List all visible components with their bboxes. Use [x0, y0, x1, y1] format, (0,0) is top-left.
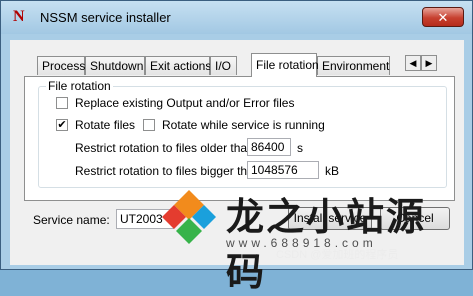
- tab-scroll-left-icon[interactable]: ◀: [405, 55, 421, 71]
- tab-exit-actions[interactable]: Exit actions: [145, 56, 211, 75]
- window-title: NSSM service installer: [40, 10, 171, 25]
- tab-file-rotation[interactable]: File rotation: [251, 53, 319, 77]
- tab-shutdown[interactable]: Shutdown: [85, 56, 145, 75]
- watermark-credit: CSDN @爱加班的程序员: [276, 249, 399, 261]
- bigger-than-input[interactable]: 1048576: [247, 161, 319, 179]
- file-rotation-groupbox: File rotation Replace existing Output an…: [38, 79, 447, 188]
- rotate-while-running-label: Rotate while service is running: [162, 118, 325, 132]
- tab-io[interactable]: I/O: [210, 56, 237, 75]
- title-bar[interactable]: N NSSM service installer ✕: [1, 1, 472, 34]
- tab-process[interactable]: Process: [37, 56, 85, 75]
- older-than-unit: s: [297, 141, 303, 155]
- nssm-app-icon: N: [13, 8, 25, 25]
- rotate-while-running-checkbox[interactable]: [143, 119, 155, 131]
- rotate-files-checkbox[interactable]: ✔: [56, 119, 68, 131]
- older-than-label: Restrict rotation to files older than: [75, 141, 254, 155]
- rotate-files-label: Rotate files: [75, 118, 136, 132]
- replace-existing-label: Replace existing Output and/or Error fil…: [75, 96, 295, 110]
- tab-strip: Process Shutdown Exit actions I/O File r…: [10, 40, 464, 78]
- file-rotation-panel: File rotation Replace existing Output an…: [24, 76, 455, 201]
- watermark-logo-icon: [162, 190, 216, 244]
- tab-scroll-right-icon[interactable]: ▶: [421, 55, 437, 71]
- older-than-input[interactable]: 86400: [247, 138, 291, 156]
- group-title: File rotation: [46, 79, 113, 93]
- close-button[interactable]: ✕: [422, 7, 464, 27]
- bigger-than-unit: kB: [325, 164, 340, 178]
- bigger-than-label: Restrict rotation to files bigger than: [75, 164, 261, 178]
- service-name-label: Service name:: [33, 213, 110, 227]
- tab-environment[interactable]: Environment: [317, 56, 390, 75]
- replace-existing-checkbox[interactable]: [56, 97, 68, 109]
